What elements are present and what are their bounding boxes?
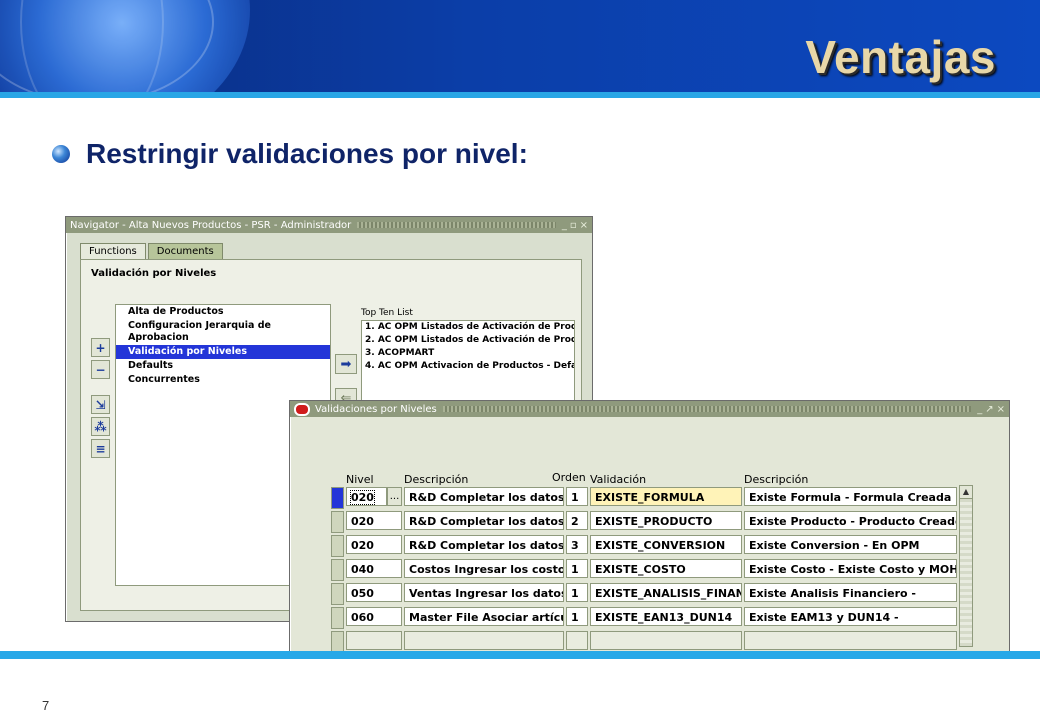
descripcion-cell[interactable]: Costos Ingresar los costos bbox=[404, 559, 564, 578]
globe-icon bbox=[0, 0, 250, 92]
expand-all-icon[interactable]: ⁂ bbox=[91, 417, 110, 436]
header-divider bbox=[0, 92, 1040, 98]
nivel-value: 020 bbox=[350, 490, 375, 505]
descripcion-cell[interactable]: R&D Completar los datos bbox=[404, 487, 564, 506]
top-ten-item[interactable]: 1. AC OPM Listados de Activación de Prod… bbox=[362, 321, 574, 334]
nivel-cell[interactable]: 040 bbox=[346, 559, 402, 578]
empty-cell[interactable] bbox=[590, 631, 742, 650]
row-selector[interactable] bbox=[331, 511, 344, 533]
nivel-cell[interactable]: 060 bbox=[346, 607, 402, 626]
header-orden: Orden bbox=[552, 471, 586, 484]
close-icon[interactable]: × bbox=[997, 404, 1005, 415]
navigator-title: Navigator - Alta Nuevos Productos - PSR … bbox=[70, 219, 352, 231]
validacion-cell[interactable]: EXISTE_FORMULA bbox=[590, 487, 742, 506]
bullet-globe-icon bbox=[52, 145, 70, 163]
descripcion2-cell[interactable]: Existe Producto - Producto Creado bbox=[744, 511, 957, 530]
expand-plus-icon[interactable]: + bbox=[91, 338, 110, 357]
minimize-icon[interactable]: _ bbox=[562, 220, 567, 231]
descripcion-cell[interactable]: R&D Completar los datos bbox=[404, 535, 564, 554]
header-nivel: Nivel bbox=[346, 473, 374, 486]
minimize-icon[interactable]: _ bbox=[977, 404, 982, 415]
top-ten-list[interactable]: 1. AC OPM Listados de Activación de Prod… bbox=[361, 320, 575, 408]
top-ten-item[interactable]: 4. AC OPM Activacion de Productos - Defa… bbox=[362, 360, 574, 373]
descripcion2-cell[interactable]: Existe Costo - Existe Costo y MOH bbox=[744, 559, 957, 578]
scroll-up-icon[interactable]: ▲ bbox=[960, 486, 972, 499]
lov-button[interactable]: ... bbox=[387, 487, 402, 506]
header-validacion: Validación bbox=[590, 473, 647, 486]
bullet-text: Restringir validaciones por nivel: bbox=[86, 138, 528, 169]
tab-documents[interactable]: Documents bbox=[147, 243, 223, 259]
top-ten-label: Top Ten List bbox=[361, 308, 413, 318]
row-selector[interactable] bbox=[331, 607, 344, 629]
list-item-selected[interactable]: Validación por Niveles bbox=[116, 345, 330, 359]
descripcion2-cell[interactable]: Existe EAM13 y DUN14 - bbox=[744, 607, 957, 626]
top-ten-item[interactable]: 3. ACOPMART bbox=[362, 347, 574, 360]
validaciones-titlebar[interactable]: Validaciones por Niveles _ ↗ × bbox=[290, 401, 1009, 417]
nivel-cell[interactable]: 020 bbox=[346, 535, 402, 554]
nivel-cell[interactable]: 020 bbox=[346, 487, 387, 506]
oracle-icon bbox=[294, 402, 310, 416]
empty-cell[interactable] bbox=[346, 631, 402, 650]
validaciones-title: Validaciones por Niveles bbox=[315, 403, 437, 415]
orden-cell[interactable]: 2 bbox=[566, 511, 588, 530]
restore-icon[interactable]: ↗ bbox=[985, 404, 993, 415]
row-selector[interactable] bbox=[331, 631, 344, 653]
list-item[interactable]: Defaults bbox=[116, 359, 330, 373]
header-descripcion-2: Descripción bbox=[744, 473, 809, 486]
tab-functions[interactable]: Functions bbox=[80, 243, 146, 259]
descripcion2-cell[interactable]: Existe Analisis Financiero - bbox=[744, 583, 957, 602]
validacion-cell[interactable]: EXISTE_PRODUCTO bbox=[590, 511, 742, 530]
slide-title: Ventajas bbox=[805, 31, 996, 83]
window-controls: _ ↗ × bbox=[977, 404, 1005, 415]
maximize-icon[interactable]: ▫ bbox=[570, 220, 577, 231]
titlebar-hatch bbox=[357, 222, 556, 228]
section-title: Validación por Niveles bbox=[91, 268, 217, 279]
list-item[interactable]: Concurrentes bbox=[116, 373, 330, 387]
list-item[interactable]: Alta de Productos bbox=[116, 305, 330, 319]
window-controls: _ ▫ × bbox=[562, 220, 588, 231]
descripcion-cell[interactable]: Master File Asociar artículo bbox=[404, 607, 564, 626]
expand-branch-icon[interactable]: ⇲ bbox=[91, 395, 110, 414]
descripcion2-cell[interactable]: Existe Conversion - En OPM bbox=[744, 535, 957, 554]
nivel-cell[interactable]: 020 bbox=[346, 511, 402, 530]
close-icon[interactable]: × bbox=[580, 220, 588, 231]
page-number: 7 bbox=[42, 698, 50, 713]
orden-cell[interactable]: 3 bbox=[566, 535, 588, 554]
validacion-cell[interactable]: EXISTE_EAN13_DUN14 bbox=[590, 607, 742, 626]
arrow-right-icon[interactable]: ➡ bbox=[335, 354, 357, 374]
side-buttons: + − ⇲ ⁂ ≡ bbox=[91, 338, 110, 458]
navigator-titlebar[interactable]: Navigator - Alta Nuevos Productos - PSR … bbox=[66, 217, 592, 233]
descripcion2-cell[interactable]: Existe Formula - Formula Creada bbox=[744, 487, 957, 506]
nivel-cell[interactable]: 050 bbox=[346, 583, 402, 602]
validacion-cell[interactable]: EXISTE_CONVERSION bbox=[590, 535, 742, 554]
top-ten-item[interactable]: 2. AC OPM Listados de Activación de Prod… bbox=[362, 334, 574, 347]
row-selector[interactable] bbox=[331, 559, 344, 581]
validaciones-window: Validaciones por Niveles _ ↗ × Nivel Des… bbox=[289, 400, 1010, 653]
titlebar-hatch bbox=[442, 406, 972, 412]
validacion-cell[interactable]: EXISTE_COSTO bbox=[590, 559, 742, 578]
descripcion-cell[interactable]: Ventas Ingresar los datos bbox=[404, 583, 564, 602]
row-selector[interactable] bbox=[331, 535, 344, 557]
slide-header: Ventajas bbox=[0, 0, 1040, 92]
row-selector-current[interactable] bbox=[331, 487, 344, 509]
collapse-all-icon[interactable]: ≡ bbox=[91, 439, 110, 458]
validacion-cell[interactable]: EXISTE_ANALISIS_FINANCIERO bbox=[590, 583, 742, 602]
navigator-tabs: Functions Documents bbox=[80, 243, 225, 259]
footer-divider bbox=[0, 651, 1040, 659]
orden-cell[interactable]: 1 bbox=[566, 607, 588, 626]
header-descripcion: Descripción bbox=[404, 473, 469, 486]
empty-cell[interactable] bbox=[566, 631, 588, 650]
list-item[interactable]: Configuracion Jerarquia de Aprobacion bbox=[116, 319, 330, 345]
collapse-minus-icon[interactable]: − bbox=[91, 360, 110, 379]
descripcion-cell[interactable]: R&D Completar los datos bbox=[404, 511, 564, 530]
empty-cell[interactable] bbox=[744, 631, 957, 650]
row-selector[interactable] bbox=[331, 583, 344, 605]
orden-cell[interactable]: 1 bbox=[566, 487, 588, 506]
empty-cell[interactable] bbox=[404, 631, 564, 650]
orden-cell[interactable]: 1 bbox=[566, 583, 588, 602]
vertical-scrollbar[interactable]: ▲ bbox=[959, 485, 973, 647]
orden-cell[interactable]: 1 bbox=[566, 559, 588, 578]
bullet-point: Restringir validaciones por nivel: bbox=[52, 138, 528, 170]
